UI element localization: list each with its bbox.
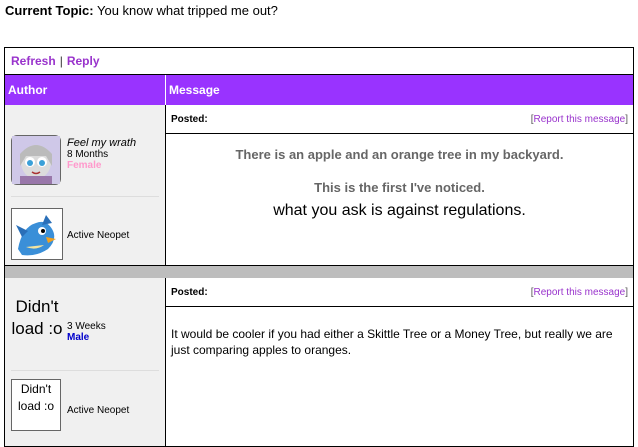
post-1-author-cell: Feel my wrath 8 Months Female Active Neo… xyxy=(5,105,166,265)
report-message: [Report this message] xyxy=(531,287,628,298)
member-since: 8 Months xyxy=(67,149,109,160)
post-2-user-info: 3 Weeks Male xyxy=(67,321,106,343)
member-since: 3 Weeks xyxy=(67,321,106,332)
neopet-broken-image[interactable]: Didn't load :o xyxy=(11,379,61,431)
report-bracket-close: ] xyxy=(625,114,628,125)
user-avatar[interactable] xyxy=(11,135,61,185)
reply-link[interactable]: Reply xyxy=(67,54,100,68)
pet-status: Active Neopet xyxy=(67,230,130,241)
report-message-link[interactable]: Report this message xyxy=(534,287,626,298)
current-topic-label: Current Topic: xyxy=(5,3,94,18)
report-message: [Report this message] xyxy=(531,114,628,125)
gender-label: Female xyxy=(67,160,102,171)
blue-bird-icon xyxy=(12,209,62,259)
message-column-header: Message xyxy=(169,83,220,97)
report-message-link[interactable]: Report this message xyxy=(534,114,626,125)
current-topic: Current Topic: You know what tripped me … xyxy=(5,3,278,18)
current-topic-title: You know what tripped me out? xyxy=(96,3,278,18)
report-bracket-close: ] xyxy=(625,287,628,298)
posted-bar: Posted: [Report this message] xyxy=(166,278,633,307)
message-line-2: This is the first I've noticed. xyxy=(314,180,485,195)
pet-status: Active Neopet xyxy=(67,405,130,416)
posted-label: Posted: xyxy=(171,114,208,125)
header-divider xyxy=(165,75,166,105)
posted-bar: Posted: [Report this message] xyxy=(166,105,633,134)
author-separator xyxy=(11,196,159,197)
action-separator: | xyxy=(59,54,63,68)
avatar-broken-image[interactable]: Didn't load :o xyxy=(9,296,65,340)
message-board: Refresh | Reply Author Message Feel my wra… xyxy=(4,47,634,447)
avatar-girl-icon xyxy=(12,136,60,184)
gender-label: Male xyxy=(67,332,90,343)
posted-label: Posted: xyxy=(171,287,208,298)
author-column-header: Author xyxy=(8,83,48,97)
author-separator xyxy=(11,370,159,371)
post-1-user-info: Feel my wrath 8 Months Female xyxy=(67,137,136,171)
post-2: Didn't load :o 3 Weeks Male Didn't load … xyxy=(5,278,633,446)
moderation-text: what you ask is against regulations. xyxy=(273,202,526,219)
post-1: Feel my wrath 8 Months Female Active Neo… xyxy=(5,105,633,265)
refresh-link[interactable]: Refresh xyxy=(11,54,56,68)
neopet-image[interactable] xyxy=(11,208,63,260)
message-line-1: There is an apple and an orange tree in … xyxy=(235,147,564,162)
username[interactable]: Feel my wrath xyxy=(67,137,136,149)
post-2-author-cell: Didn't load :o 3 Weeks Male Didn't load … xyxy=(5,278,166,446)
post-divider xyxy=(5,265,633,279)
message-body: It would be cooler if you had either a S… xyxy=(171,327,613,357)
post-1-message-cell: Posted: [Report this message] There is a… xyxy=(166,105,633,265)
table-header: Author Message xyxy=(5,74,633,106)
board-actions: Refresh | Reply xyxy=(5,48,633,74)
post-2-message-cell: Posted: [Report this message] It would b… xyxy=(166,278,633,446)
